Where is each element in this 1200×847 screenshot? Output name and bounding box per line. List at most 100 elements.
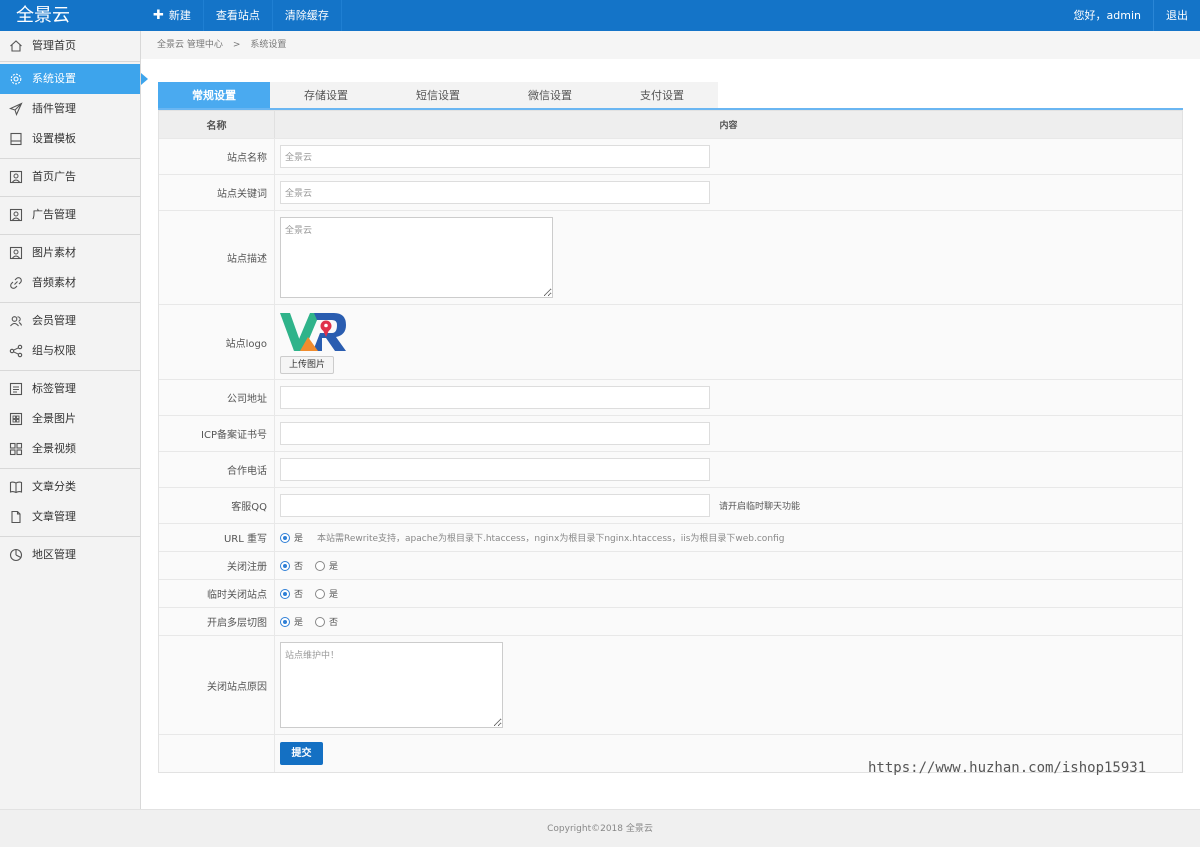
radio-label: 是 [329, 590, 339, 600]
column-header-name: 名称 [159, 111, 275, 138]
file-icon [9, 510, 23, 524]
sidebar-item-label: 系统设置 [32, 72, 76, 85]
brand-title[interactable]: 全景云 [0, 0, 141, 31]
form-row-site-keywords: 站点关键词 [159, 175, 1182, 211]
close-site-radio-no[interactable]: 否 [280, 587, 303, 600]
submit-row-label [159, 735, 275, 772]
icp-label: ICP备案证书号 [159, 416, 275, 451]
sidebar-item-home-ads[interactable]: 首页广告 [0, 162, 140, 192]
url-rewrite-label: URL 重写 [159, 524, 275, 551]
sidebar-item-articles[interactable]: 文章管理 [0, 502, 140, 532]
site-name-input[interactable] [280, 145, 710, 168]
sidebar-item-label: 插件管理 [32, 102, 76, 115]
close-site-radio-yes[interactable]: 是 [315, 587, 338, 600]
phone-input[interactable] [280, 458, 710, 481]
site-keywords-input[interactable] [280, 181, 710, 204]
sidebar-item-label: 首页广告 [32, 170, 76, 183]
close-registration-radio-no[interactable]: 否 [280, 559, 303, 572]
form-row-url-rewrite: URL 重写 是 本站需Rewrite支持，apache为根目录下.htacce… [159, 524, 1182, 552]
column-header-content: 内容 [719, 121, 738, 131]
site-description-label: 站点描述 [159, 211, 275, 304]
clear-cache-button[interactable]: 清除缓存 [273, 0, 342, 31]
site-keywords-label: 站点关键词 [159, 175, 275, 210]
close-reason-textarea[interactable]: 站点维护中！ [280, 642, 503, 728]
service-qq-hint: 请开启临时聊天功能 [719, 502, 801, 512]
close-site-label: 临时关闭站点 [159, 580, 275, 607]
site-name-label: 站点名称 [159, 139, 275, 174]
sidebar-item-panorama-images[interactable]: 全景图片 [0, 404, 140, 434]
form-row-close-registration: 关闭注册 否 是 [159, 552, 1182, 580]
sidebar-item-templates[interactable]: 设置模板 [0, 124, 140, 154]
sidebar-item-dashboard[interactable]: 管理首页 [0, 31, 140, 61]
close-reason-label: 关闭站点原因 [159, 636, 275, 734]
breadcrumb-separator: > [232, 40, 241, 50]
site-logo-label: 站点logo [159, 305, 275, 379]
form-row-close-site: 临时关闭站点 否 是 [159, 580, 1182, 608]
sidebar-item-panorama-videos[interactable]: 全景视频 [0, 434, 140, 464]
service-qq-input[interactable] [280, 494, 710, 517]
tab-sms[interactable]: 短信设置 [382, 82, 494, 109]
sidebar-item-ads[interactable]: 广告管理 [0, 200, 140, 230]
sidebar-divider [0, 196, 140, 197]
form-row-company-address: 公司地址 [159, 380, 1182, 416]
sidebar-item-regions[interactable]: 地区管理 [0, 540, 140, 570]
site-description-textarea[interactable]: 全景云 [280, 217, 553, 298]
link-icon [9, 276, 23, 290]
user-greeting: 您好，admin [1073, 9, 1141, 22]
form-row-multi-tile: 开启多层切图 是 否 [159, 608, 1182, 636]
form-row-site-logo: 站点logo 上传图片 [159, 305, 1182, 380]
radio-label: 是 [329, 562, 339, 572]
icp-input[interactable] [280, 422, 710, 445]
multi-tile-radio-no[interactable]: 否 [315, 615, 338, 628]
radio-label: 是 [294, 534, 304, 544]
service-qq-label: 客服QQ [159, 488, 275, 523]
pie-icon [9, 548, 23, 562]
radio-unchecked-icon [315, 588, 326, 599]
sidebar-item-label: 地区管理 [32, 548, 76, 561]
breadcrumb: 全景云 管理中心 > 系统设置 [141, 31, 1200, 59]
sidebar-item-audio[interactable]: 音频素材 [0, 268, 140, 298]
sidebar-item-label: 音频素材 [32, 276, 76, 289]
form-row-close-reason: 关闭站点原因 站点维护中！ [159, 636, 1182, 735]
image-icon [9, 246, 23, 260]
tab-payment[interactable]: 支付设置 [606, 82, 718, 109]
submit-button[interactable]: 提交 [280, 742, 323, 765]
sidebar-item-members[interactable]: 会员管理 [0, 306, 140, 336]
form-row-service-qq: 客服QQ 请开启临时聊天功能 [159, 488, 1182, 524]
watermark-text: https://www.huzhan.com/ishop15931 [868, 760, 1147, 776]
url-rewrite-radio-yes[interactable]: 是 [280, 531, 303, 544]
sidebar-item-tags[interactable]: 标签管理 [0, 374, 140, 404]
tab-general[interactable]: 常规设置 [158, 82, 270, 109]
table-header: 名称 内容 [159, 111, 1182, 139]
multi-tile-radio-yes[interactable]: 是 [280, 615, 303, 628]
tab-wechat[interactable]: 微信设置 [494, 82, 606, 109]
footer-copyright: Copyright©2018 全景云 [547, 824, 653, 834]
new-button-label: 新建 [168, 9, 191, 22]
sidebar-item-system-settings[interactable]: 系统设置 [0, 64, 148, 94]
sidebar-item-images[interactable]: 图片素材 [0, 238, 140, 268]
sidebar-item-plugins[interactable]: 插件管理 [0, 94, 140, 124]
upload-image-button[interactable]: 上传图片 [280, 355, 335, 374]
template-icon [9, 132, 23, 146]
new-button[interactable]: ✚ 新建 [141, 0, 204, 31]
users-icon [9, 314, 23, 328]
tab-storage[interactable]: 存储设置 [270, 82, 382, 109]
multi-tile-label: 开启多层切图 [159, 608, 275, 635]
company-address-input[interactable] [280, 386, 710, 409]
breadcrumb-root[interactable]: 全景云 管理中心 [157, 40, 223, 50]
settings-form: 名称 内容 站点名称 站点关键词 站点描述 全景云 站点logo 上传图片 [158, 110, 1183, 773]
logout-button[interactable]: 退出 [1153, 0, 1200, 31]
sidebar-item-groups[interactable]: 组与权限 [0, 336, 140, 366]
sidebar-item-label: 全景图片 [32, 412, 76, 425]
sidebar-divider [0, 370, 140, 371]
share-icon [9, 344, 23, 358]
radio-unchecked-icon [315, 560, 326, 571]
radio-checked-icon [280, 532, 290, 543]
plus-icon: ✚ [153, 8, 164, 23]
sidebar-divider [0, 468, 140, 469]
top-bar: 全景云 ✚ 新建 查看站点 清除缓存 您好，admin 退出 [0, 0, 1200, 31]
view-site-button[interactable]: 查看站点 [204, 0, 273, 31]
sidebar-item-article-categories[interactable]: 文章分类 [0, 472, 140, 502]
close-registration-radio-yes[interactable]: 是 [315, 559, 338, 572]
sidebar-item-label: 管理首页 [32, 39, 76, 52]
